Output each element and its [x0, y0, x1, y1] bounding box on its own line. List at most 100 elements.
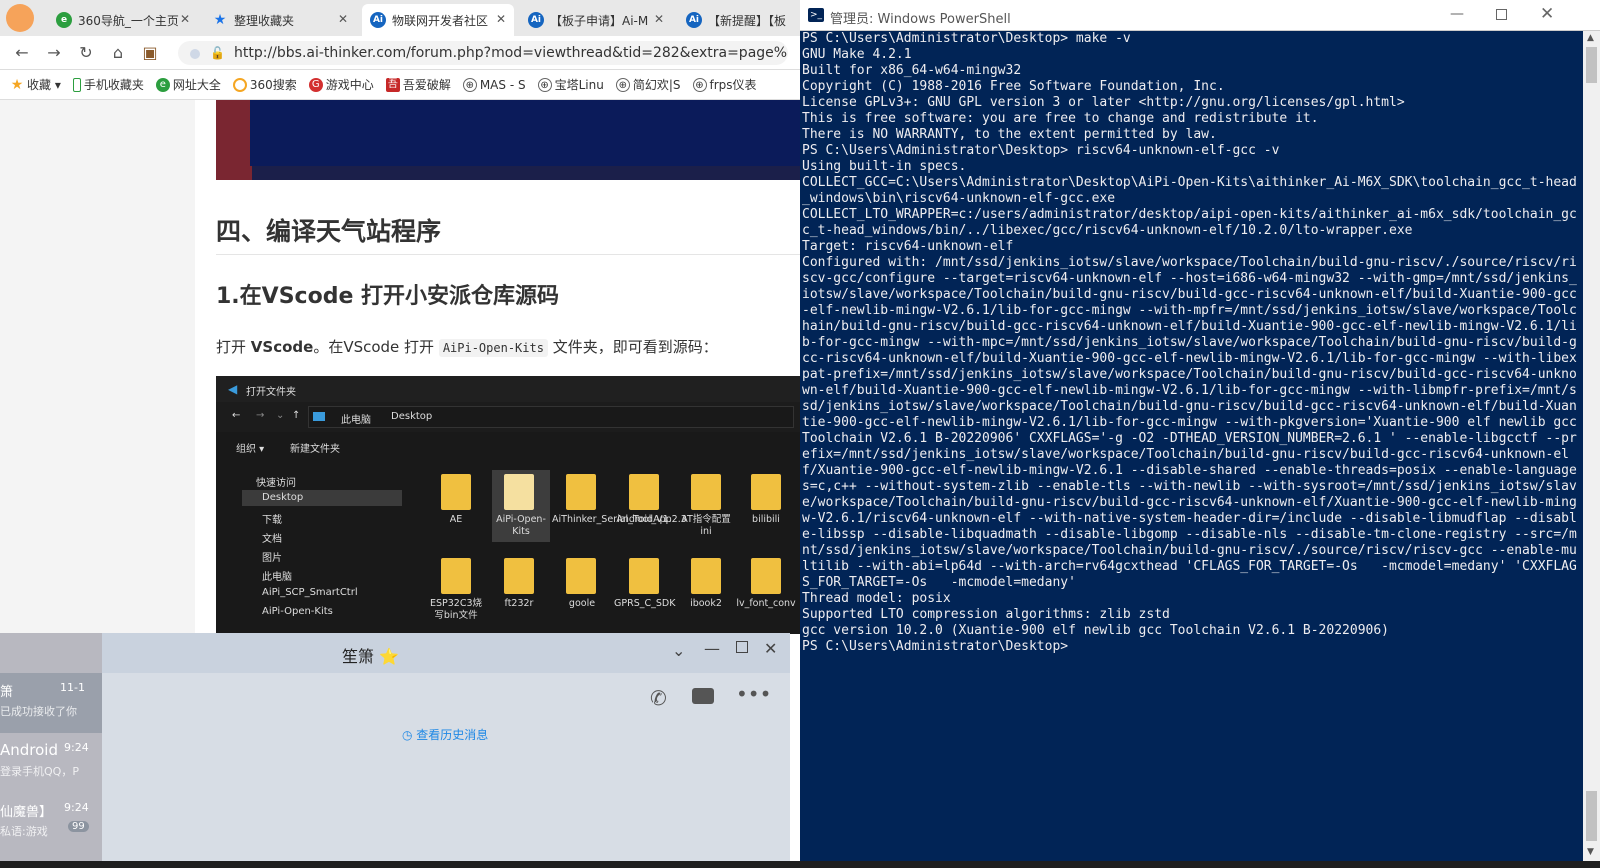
ai-thinker-icon: Ai: [528, 12, 544, 28]
powershell-icon: >_: [808, 8, 824, 22]
back-icon[interactable]: ←: [12, 44, 32, 64]
folder-icon: [691, 474, 721, 510]
tree-item: 文档: [262, 534, 282, 545]
search-icon: [232, 77, 247, 92]
globe-icon: ⊕: [615, 77, 630, 92]
tree-item: Desktop: [262, 492, 304, 503]
conversation-item[interactable]: Android 9:24 登录手机QQ，P: [0, 733, 102, 793]
tab-label: 物联网开发者社区: [392, 13, 489, 28]
security-icon[interactable]: [190, 49, 200, 59]
folder-icon: [629, 474, 659, 510]
bookmark-baota[interactable]: ⊕ 宝塔Linu: [537, 76, 604, 93]
tab-360[interactable]: e 360导航_一个主页 ✕: [48, 4, 198, 36]
bookmark-mobile[interactable]: 手机收藏夹: [72, 76, 144, 93]
folder-icon: [751, 474, 781, 510]
subsection-heading: 1.在VScode 打开小安派仓库源码: [216, 284, 560, 309]
address-bar-row: ← → ↻ ⌂ ▣ http://bbs.ai-thinker.com/foru…: [0, 36, 800, 70]
bookmark-frps[interactable]: ⊕ frps仪表: [692, 76, 757, 93]
close-icon[interactable]: ✕: [764, 639, 777, 658]
terminal-output[interactable]: PS C:\Users\Administrator\Desktop> make …: [802, 31, 1580, 861]
close-icon[interactable]: ✕: [654, 12, 664, 26]
bookmark-mas[interactable]: ⊕ MAS - S: [462, 77, 526, 92]
url-input[interactable]: http://bbs.ai-thinker.com/forum.php?mod=…: [178, 41, 788, 65]
video-call-icon[interactable]: [692, 688, 714, 704]
360-icon: e: [56, 12, 72, 28]
phone-icon: [72, 77, 81, 92]
minimize-icon[interactable]: —: [704, 639, 720, 658]
ai-thinker-icon: Ai: [370, 12, 386, 28]
folder-icon: [629, 558, 659, 594]
file-label: AiPi-Open-Kits: [496, 514, 546, 537]
folder-icon: [566, 558, 596, 594]
chevron-down-icon[interactable]: ⌄: [672, 641, 685, 660]
chat-header: + 笙箫 ⭐ ⌄ — ✕: [0, 633, 790, 673]
conversation-item[interactable]: 仙魔兽】 9:24 私语:游戏 99: [0, 793, 102, 853]
folder-icon: [441, 474, 471, 510]
forward-icon[interactable]: →: [44, 44, 64, 64]
file-label: lv_font_conv: [736, 598, 796, 609]
maximize-icon[interactable]: [736, 641, 748, 653]
maximize-icon[interactable]: [1496, 9, 1507, 20]
chevron-down-icon: ⌄: [276, 410, 285, 421]
conversation-item[interactable]: 箫 11-1 已成功接收了你: [0, 673, 102, 733]
image-banner: [250, 100, 800, 166]
bookmark-games[interactable]: G 游戏中心: [308, 76, 374, 93]
voice-call-icon[interactable]: ✆: [650, 686, 667, 710]
file-label: AE: [449, 514, 463, 525]
more-icon[interactable]: •••: [736, 682, 771, 706]
globe-icon: ⊕: [537, 77, 552, 92]
vscode-icon: ◀: [228, 382, 238, 396]
folder-icon: [441, 558, 471, 594]
ai-thinker-icon: Ai: [686, 12, 702, 28]
bookmark-site-directory[interactable]: e 网址大全: [155, 76, 221, 93]
bookmark-360search[interactable]: 360搜索: [232, 76, 297, 93]
new-folder-button: 新建文件夹: [290, 444, 340, 455]
nav-pane: 快速访问 Desktop 下载 文档 图片 此电脑 AiPi_SCP_Smart…: [216, 460, 416, 634]
reload-icon[interactable]: ↻: [76, 44, 96, 64]
minimize-icon[interactable]: —: [1450, 6, 1464, 22]
folder-icon: [504, 474, 534, 510]
unread-badge: 99: [68, 821, 89, 832]
scroll-down-icon[interactable]: ▼: [1587, 847, 1594, 857]
bookmark-favorites[interactable]: ★ 收藏 ▾: [10, 76, 61, 93]
chat-title: 笙箫 ⭐: [342, 647, 400, 666]
path-root: 此电脑: [341, 415, 371, 426]
tab-iot-community[interactable]: Ai 物联网开发者社区 ✕: [362, 4, 514, 36]
bookmark-jianhuan[interactable]: ⊕ 简幻欢|S: [615, 76, 681, 93]
home-icon[interactable]: ⌂: [108, 44, 128, 64]
tree-item: 下载: [262, 515, 282, 526]
forward-icon: →: [256, 410, 265, 421]
tree-item: 快速访问: [256, 478, 296, 489]
scroll-thumb[interactable]: [1586, 47, 1597, 83]
view-history-link[interactable]: ◷ 查看历史消息: [402, 726, 488, 743]
anime-art: [216, 100, 252, 180]
up-icon: ↑: [292, 410, 301, 421]
insecure-lock-icon[interactable]: 🔓: [210, 46, 225, 60]
browser-avatar[interactable]: [6, 4, 34, 32]
close-icon[interactable]: ✕: [496, 12, 506, 26]
52pojie-icon: 吾: [385, 77, 400, 92]
tab-bar: e 360导航_一个主页 ✕ ★ 整理收藏夹 ✕ Ai 物联网开发者社区 ✕ A…: [0, 0, 800, 36]
file-label: ibook2: [690, 598, 722, 609]
tab-board-apply[interactable]: Ai 【板子申请】Ai-M ✕: [520, 4, 672, 36]
file-label: AndroidApp: [616, 514, 672, 525]
folder-icon: [566, 474, 596, 510]
file-label: ft232r: [504, 598, 534, 609]
scroll-thumb-bottom[interactable]: [1586, 791, 1597, 841]
article-paragraph: 打开 VScode。在VScode 打开 AiPi-Open-Kits 文件夹，…: [216, 338, 718, 357]
close-icon[interactable]: ✕: [338, 12, 348, 26]
close-icon[interactable]: ✕: [1540, 4, 1554, 24]
file-label: AT指令配置ini: [681, 514, 731, 537]
folder-icon: [313, 412, 325, 421]
tab-new-reminder[interactable]: Ai 【新提醒】【板: [678, 4, 800, 36]
scrollbar[interactable]: ▲ ▼: [1583, 31, 1600, 861]
close-icon[interactable]: ✕: [180, 12, 190, 26]
section-heading: 四、编译天气站程序: [216, 217, 442, 246]
tab-bookmarks[interactable]: ★ 整理收藏夹 ✕: [204, 4, 356, 36]
360-icon: e: [155, 77, 170, 92]
briefcase-icon[interactable]: ▣: [140, 44, 160, 64]
organize-button: 组织 ▾: [236, 444, 265, 455]
bookmark-52pojie[interactable]: 吾吾爱破解: [385, 76, 451, 93]
scroll-up-icon[interactable]: ▲: [1587, 33, 1594, 43]
conversation-list: 箫 11-1 已成功接收了你 Android 9:24 登录手机QQ，P 仙魔兽…: [0, 633, 102, 861]
